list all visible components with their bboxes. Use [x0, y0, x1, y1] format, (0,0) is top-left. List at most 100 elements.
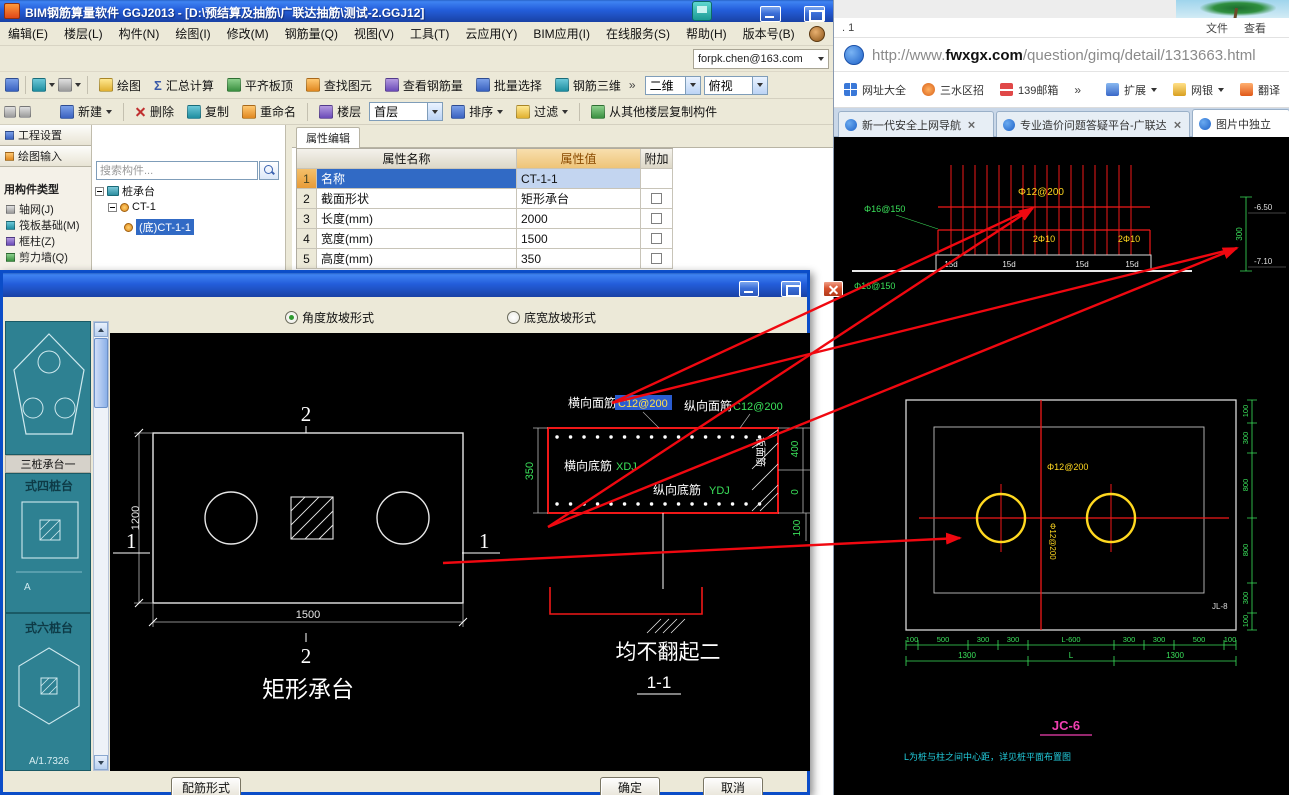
type-item-axis[interactable]: 轴网(J)	[6, 201, 54, 217]
redo-dropdown-icon[interactable]	[75, 83, 81, 87]
undo-icon[interactable]	[32, 78, 46, 92]
filter-button[interactable]: 过滤	[511, 101, 573, 122]
browser-menu-file[interactable]: 文件	[1206, 20, 1228, 36]
panel-pin-icon[interactable]	[19, 105, 31, 118]
delete-button[interactable]: 删除	[130, 101, 179, 122]
extensions-button[interactable]: 扩展	[1106, 82, 1157, 98]
menu-bim[interactable]: BIM应用(I)	[525, 22, 598, 45]
view-angle-combo[interactable]: 俯视	[703, 75, 768, 95]
menu-rebar[interactable]: 钢筋量(Q)	[277, 22, 346, 45]
find-element-button[interactable]: 查找图元	[301, 75, 377, 96]
dialog-maximize-button[interactable]	[781, 281, 801, 297]
ok-button[interactable]: 确定	[600, 777, 660, 795]
prop-name-cell[interactable]: 高度(mm)	[317, 249, 517, 269]
batch-select-button[interactable]: 批量选择	[471, 75, 547, 96]
tab-close-icon[interactable]	[968, 121, 976, 129]
tab-close-icon[interactable]	[1173, 121, 1181, 129]
cad-drawing-view[interactable]: Φ12@200 2Φ10 2Φ10 15d 15d 15d 15d Φ16@15…	[834, 137, 1289, 795]
thumb-scrollbar[interactable]	[93, 321, 109, 771]
dialog-minimize-button[interactable]	[739, 281, 759, 297]
attach-checkbox[interactable]	[651, 233, 662, 244]
bookmarks-overflow-chevron[interactable]: »	[1074, 83, 1081, 97]
thumb-six-pile-cap[interactable]: 式六桩台 A/1.7326	[5, 613, 91, 771]
tree-node-ct1[interactable]: CT-1	[108, 201, 156, 213]
scroll-up-button[interactable]	[94, 322, 108, 337]
row-number[interactable]: 2	[297, 189, 317, 209]
prop-value-cell[interactable]: 2000	[517, 209, 641, 229]
scroll-down-button[interactable]	[94, 755, 108, 770]
bookmark-139-mail[interactable]: 139邮箱	[1000, 82, 1058, 98]
tab-property-editor[interactable]: 属性编辑	[296, 127, 360, 148]
prop-value-cell[interactable]: 矩形承台	[517, 189, 641, 209]
prop-value-cell[interactable]: 1500	[517, 229, 641, 249]
tab-image-detail[interactable]: 图片中独立	[1192, 109, 1289, 137]
radio-bottom-width-slope[interactable]: 底宽放坡形式	[507, 309, 596, 326]
browser-menu-view[interactable]: 查看	[1244, 20, 1266, 36]
view-rebar-qty-button[interactable]: 查看钢筋量	[380, 75, 468, 96]
type-item-column[interactable]: 框柱(Z)	[6, 233, 55, 249]
tab-safe-nav[interactable]: 新一代安全上网导航	[838, 111, 994, 137]
cancel-button[interactable]: 取消	[703, 777, 763, 795]
redo-icon[interactable]	[58, 78, 72, 92]
tree-collapse-icon[interactable]	[95, 186, 104, 196]
row-number[interactable]: 4	[297, 229, 317, 249]
rebar-style-button[interactable]: 配筋形式	[171, 777, 241, 795]
row-number[interactable]: 5	[297, 249, 317, 269]
menu-online[interactable]: 在线服务(S)	[598, 22, 678, 45]
prop-name-cell[interactable]: 名称	[317, 169, 517, 189]
draw-button[interactable]: 绘图	[94, 75, 146, 96]
copy-button[interactable]: 复制	[182, 101, 234, 122]
menu-view[interactable]: 视图(V)	[346, 22, 402, 45]
attach-checkbox[interactable]	[651, 213, 662, 224]
value-top-vertical-rebar[interactable]: C12@200	[733, 401, 783, 413]
notification-tray-icon[interactable]	[692, 1, 712, 21]
thumb-four-pile-cap[interactable]: 式四桩台 A	[5, 473, 91, 613]
radio-angle-slope[interactable]: 角度放坡形式	[285, 309, 374, 326]
menu-cloud[interactable]: 云应用(Y)	[457, 22, 525, 45]
save-icon[interactable]	[5, 78, 19, 92]
type-item-shearwall[interactable]: 剪力墙(Q)	[6, 249, 68, 265]
tab-glodon-qa[interactable]: 专业造价问题答疑平台-广联达	[996, 111, 1190, 137]
copy-from-floor-button[interactable]: 从其他楼层复制构件	[586, 101, 722, 122]
row-number[interactable]: 1	[297, 169, 317, 189]
dialog-close-button[interactable]	[823, 281, 843, 297]
dialog-titlebar[interactable]	[3, 273, 843, 297]
nav-project-settings[interactable]: 工程设置	[0, 125, 91, 146]
menu-edit[interactable]: 编辑(E)	[0, 22, 56, 45]
bookmark-site-nav[interactable]: 网址大全	[844, 82, 906, 98]
attach-checkbox[interactable]	[651, 253, 662, 264]
rename-button[interactable]: 重命名	[237, 101, 301, 122]
ebank-button[interactable]: 网银	[1173, 82, 1224, 98]
minimize-button[interactable]	[760, 6, 781, 22]
scrollbar-thumb[interactable]	[94, 338, 108, 408]
value-top-horizontal-rebar[interactable]: C12@200	[618, 398, 668, 410]
view-mode-combo[interactable]: 二维	[644, 75, 701, 95]
menu-help[interactable]: 帮助(H)	[678, 22, 735, 45]
prop-value-cell[interactable]: CT-1-1	[517, 169, 641, 189]
menu-modify[interactable]: 修改(M)	[219, 22, 277, 45]
nav-draw-input[interactable]: 绘图输入	[0, 146, 91, 167]
summary-calc-button[interactable]: Σ 汇总计算	[149, 75, 219, 96]
tree-collapse-icon[interactable]	[108, 202, 117, 212]
type-item-raft[interactable]: 筏板基础(M)	[6, 217, 80, 233]
menu-version[interactable]: 版本号(B)	[735, 22, 803, 45]
menu-component[interactable]: 构件(N)	[111, 22, 168, 45]
new-button[interactable]: 新建	[55, 101, 117, 122]
prop-name-cell[interactable]: 宽度(mm)	[317, 229, 517, 249]
maximize-button[interactable]	[804, 6, 825, 22]
align-slab-top-button[interactable]: 平齐板顶	[222, 75, 298, 96]
value-bottom-horizontal-rebar[interactable]: XDJ	[616, 461, 637, 473]
menu-floor[interactable]: 楼层(L)	[56, 22, 111, 45]
sort-button[interactable]: 排序	[446, 101, 508, 122]
pilecap-preview-canvas[interactable]: 1200 1500 2 2 1 1 矩形承台 横向面筋 C12@200 纵向面筋…	[110, 333, 810, 771]
undo-dropdown-icon[interactable]	[49, 83, 55, 87]
tree-node-pilecap[interactable]: 桩承台	[95, 183, 155, 199]
search-input[interactable]	[96, 161, 258, 180]
url-text[interactable]: http://www.fwxgx.com/question/gimq/detai…	[872, 47, 1256, 64]
combo-button[interactable]	[751, 76, 767, 94]
floor-combo[interactable]: 首层	[369, 102, 444, 121]
prop-value-cell[interactable]: 350	[517, 249, 641, 269]
thumb-three-pile-cap[interactable]	[5, 321, 91, 455]
menu-draw[interactable]: 绘图(I)	[167, 22, 218, 45]
prop-name-cell[interactable]: 长度(mm)	[317, 209, 517, 229]
